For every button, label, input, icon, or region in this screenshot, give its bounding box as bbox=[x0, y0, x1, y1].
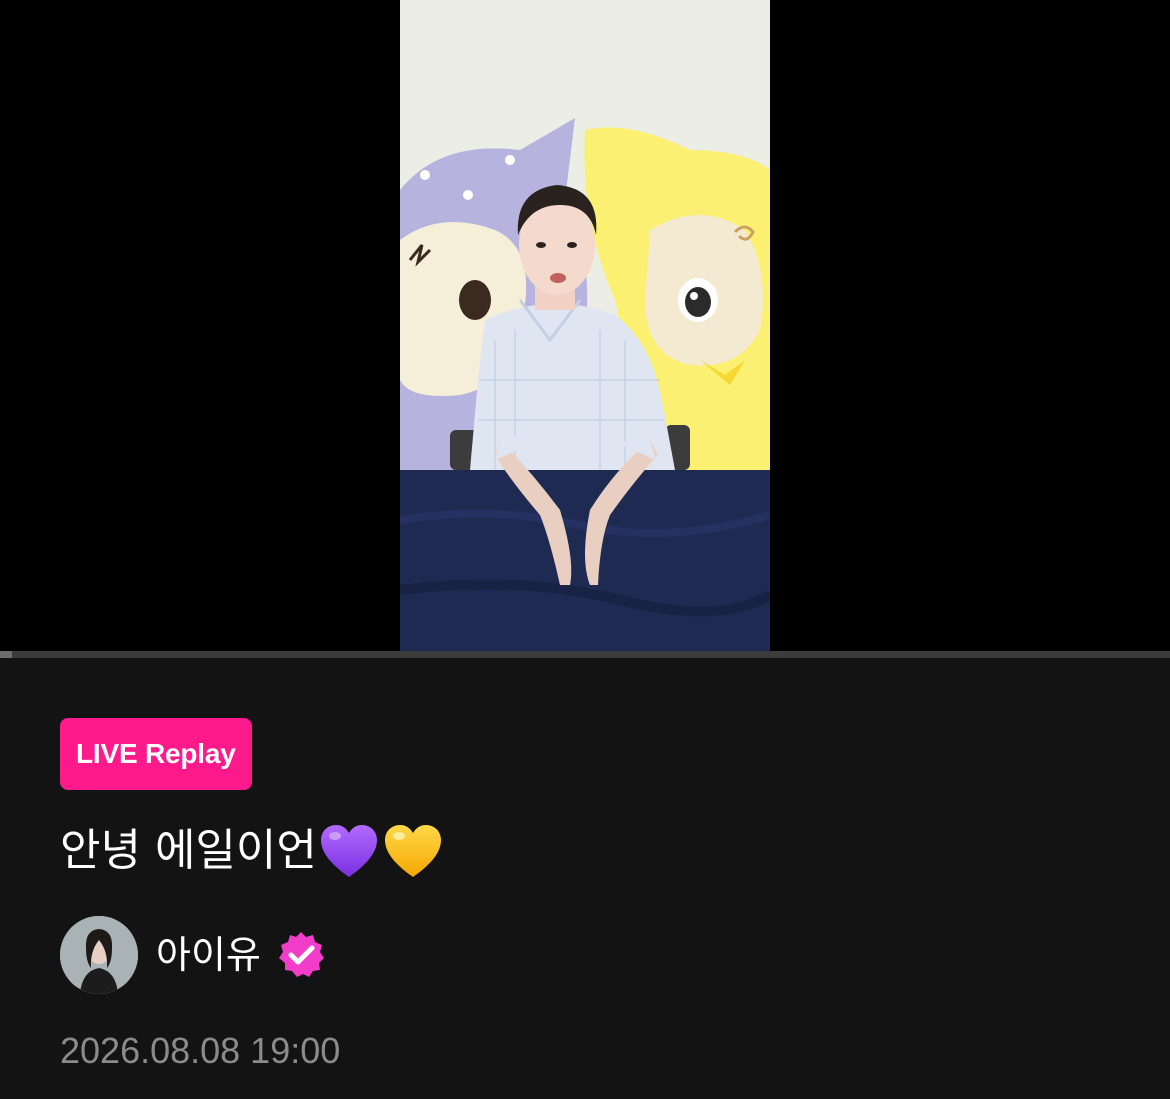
video-player[interactable] bbox=[0, 0, 1170, 658]
yellow-heart-icon bbox=[381, 819, 445, 883]
live-replay-badge-label: LIVE Replay bbox=[76, 738, 236, 769]
playback-progress-fill bbox=[0, 651, 12, 658]
verified-badge-icon bbox=[275, 929, 327, 981]
playback-progress-bar[interactable] bbox=[0, 651, 1170, 658]
broadcast-timestamp: 2026.08.08 19:00 bbox=[60, 1030, 341, 1071]
video-frame[interactable] bbox=[400, 0, 770, 658]
artist-profile[interactable]: 아이유 bbox=[60, 916, 327, 994]
purple-heart-icon bbox=[317, 819, 381, 883]
live-replay-page: LIVE Replay 안녕 에일이언 아이유 2026.08.08 19:00 bbox=[0, 0, 1170, 1099]
live-replay-badge: LIVE Replay bbox=[60, 718, 252, 790]
avatar[interactable] bbox=[60, 916, 138, 994]
artist-name[interactable]: 아이유 bbox=[156, 916, 261, 994]
video-still bbox=[400, 0, 770, 658]
post-title-text: 안녕 에일이언 bbox=[60, 825, 317, 876]
post-title: 안녕 에일이언 bbox=[60, 815, 445, 887]
